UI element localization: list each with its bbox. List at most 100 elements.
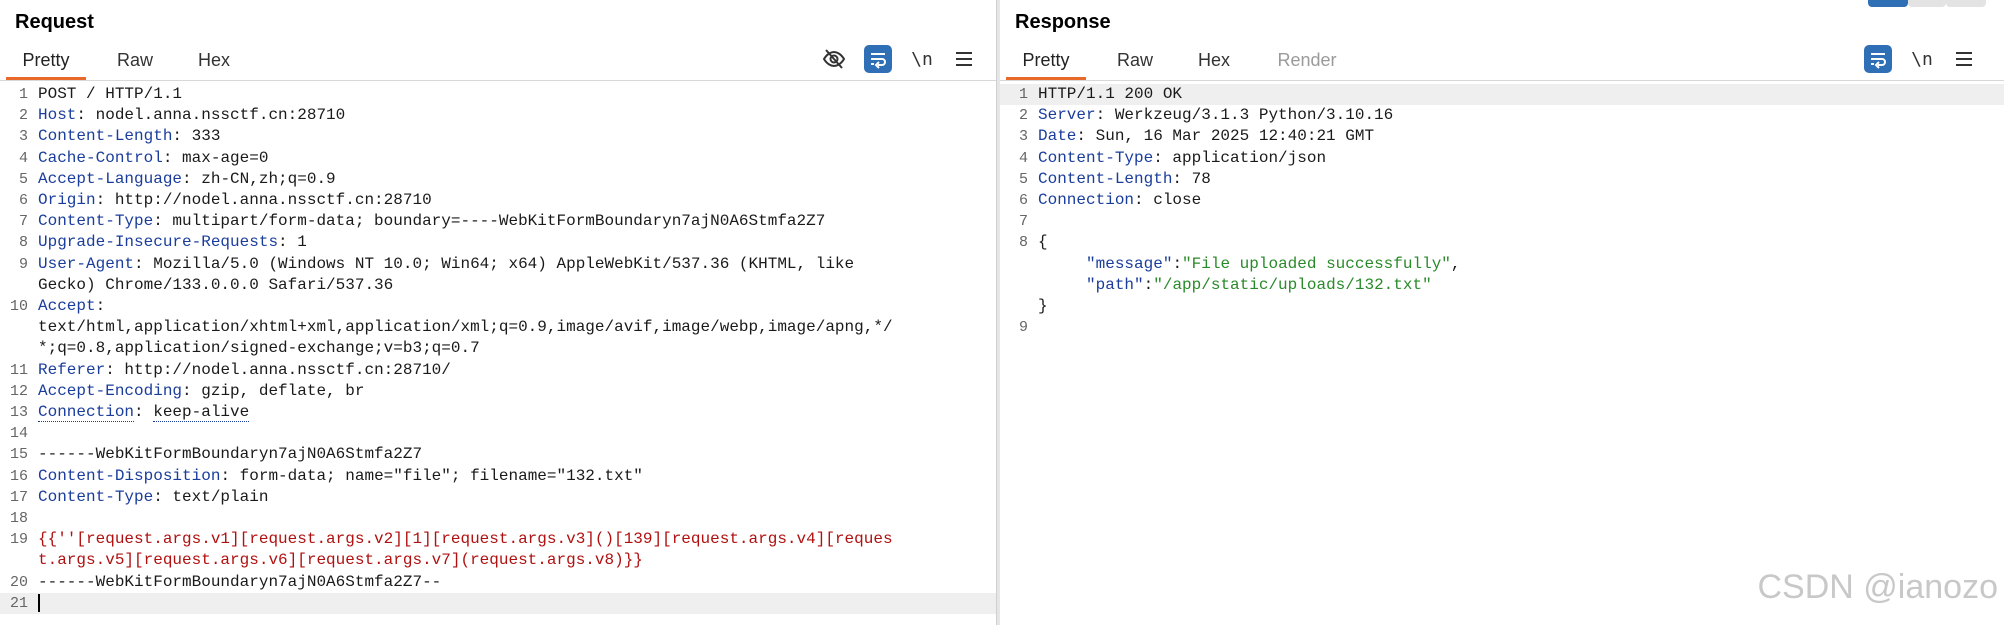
line-number: 19 <box>9 531 28 549</box>
tab-divider <box>0 80 996 81</box>
line-number: 5 <box>1018 170 1028 188</box>
code-line: 2 Host: nodel.anna.nssctf.cn:28710 <box>0 105 996 126</box>
code-line: 4 Content-Type: application/json <box>1000 148 2004 169</box>
code-text: POST / HTTP/1.1 <box>38 84 182 105</box>
code-text: {{''[request.args.v1][request.args.v2][1… <box>38 529 893 550</box>
line-number: 18 <box>9 510 28 527</box>
code-value: ------WebKitFormBoundaryn7ajN0A6Stmfa2Z7 <box>38 445 423 464</box>
code-line: t.args.v5][request.args.v6][request.args… <box>0 550 996 571</box>
tab-raw[interactable]: Raw <box>1100 44 1170 77</box>
tab-pretty[interactable]: Pretty <box>1006 44 1086 80</box>
eye-slash-icon[interactable] <box>820 45 848 73</box>
tab-hex[interactable]: Hex <box>1184 44 1244 77</box>
json-key: "path" <box>1086 275 1144 294</box>
code-text: Content-Type: multipart/form-data; bound… <box>38 211 825 232</box>
newline-toggle[interactable]: \n <box>1908 45 1936 73</box>
line-number: 10 <box>9 298 28 315</box>
code-text: *;q=0.8,application/signed-exchange;v=b3… <box>38 338 480 359</box>
code-line: 19 {{''[request.args.v1][request.args.v2]… <box>0 529 996 550</box>
code-text: Connection: keep-alive <box>38 402 250 423</box>
code-line: 10 Accept: <box>0 296 996 317</box>
header-name: Upgrade-Insecure-Requests <box>38 233 279 252</box>
code-line: 20 ------WebKitFormBoundaryn7ajN0A6Stmfa2… <box>0 572 996 593</box>
request-title: Request <box>15 11 94 33</box>
header-value: Sun, 16 Mar 2025 12:40:21 GMT <box>1095 127 1375 146</box>
code-line: 3 Date: Sun, 16 Mar 2025 12:40:21 GMT <box>1000 126 2004 147</box>
code-line: 7 <box>1000 211 2004 232</box>
code-value: *;q=0.8,application/signed-exchange;v=b3… <box>38 339 480 358</box>
newline-toggle[interactable]: \n <box>908 45 936 73</box>
tab-render[interactable]: Render <box>1262 44 1352 77</box>
code-line: 9 User-Agent: Mozilla/5.0 (Windows NT 10.… <box>0 254 996 275</box>
code-text: Referer: http://nodel.anna.nssctf.cn:287… <box>38 360 451 381</box>
header-value: 78 <box>1191 169 1211 188</box>
header-separator: : <box>153 487 173 506</box>
code-text: Content-Length: 78 <box>1038 169 1211 190</box>
code-text: Accept-Encoding: gzip, deflate, br <box>38 381 364 402</box>
code-text: Content-Type: text/plain <box>38 487 268 508</box>
header-value: keep-alive <box>153 403 250 422</box>
code-line: "path":"/app/static/uploads/132.txt" <box>1000 275 2004 296</box>
header-value: 333 <box>191 127 221 146</box>
code-text <box>38 593 40 614</box>
request-editor[interactable]: 1 POST / HTTP/1.1 2 Host: nodel.anna.nssctf… <box>0 84 996 625</box>
code-line: 6 Origin: http://nodel.anna.nssctf.cn:287… <box>0 190 996 211</box>
header-value: multipart/form-data; boundary=----WebKit… <box>172 212 826 231</box>
header-name: Content-Type <box>1038 148 1154 167</box>
header-value: max-age=0 <box>182 148 269 167</box>
wrap-lines-icon[interactable] <box>864 45 892 73</box>
code-text: } <box>1038 296 1048 317</box>
line-number: 3 <box>18 128 28 146</box>
header-separator: : <box>1153 148 1173 167</box>
header-name: User-Agent <box>38 254 135 273</box>
tab-hex[interactable]: Hex <box>184 44 244 77</box>
line-number: 1 <box>1018 86 1028 103</box>
code-line: 12 Accept-Encoding: gzip, deflate, br <box>0 381 996 402</box>
hamburger-menu-icon[interactable] <box>1950 45 1978 73</box>
header-separator: : <box>1095 106 1115 125</box>
json-string: "File uploaded successfully" <box>1182 254 1451 273</box>
code-line: 5 Content-Length: 78 <box>1000 169 2004 190</box>
code-text: ------WebKitFormBoundaryn7ajN0A6Stmfa2Z7 <box>38 444 422 465</box>
view-toggle-left[interactable] <box>1868 0 1908 7</box>
json-comma: , <box>1450 254 1461 273</box>
header-name: Cache-Control <box>38 148 163 167</box>
header-value: close <box>1153 191 1202 209</box>
tab-divider <box>1000 80 2004 81</box>
response-pane: Response Pretty Raw Hex Render \n 1 HTTP/… <box>1000 0 2004 625</box>
code-value: t.args.v5][request.args.v6][request.args… <box>38 551 643 570</box>
code-line: 14 <box>0 423 996 444</box>
code-line: text/html,application/xhtml+xml,applicat… <box>0 317 996 338</box>
line-number: 4 <box>1018 149 1028 167</box>
code-text: Accept: <box>38 296 115 317</box>
tab-raw[interactable]: Raw <box>100 44 170 77</box>
line-number: 20 <box>9 573 28 591</box>
code-line: 5 Accept-Language: zh-CN,zh;q=0.9 <box>0 169 996 190</box>
code-text: Content-Length: 333 <box>38 126 220 147</box>
view-toggle-right[interactable] <box>1946 0 1986 7</box>
code-value: {{''[request.args.v1][request.args.v2][1… <box>38 530 893 549</box>
line-number: 16 <box>9 467 28 485</box>
hamburger-menu-icon[interactable] <box>950 45 978 73</box>
code-line: Gecko) Chrome/133.0.0.0 Safari/537.36 <box>0 275 996 296</box>
request-pane: Request Pretty Raw Hex \n 1 POST / HTTP/1… <box>0 0 996 625</box>
line-number: 3 <box>1018 128 1028 146</box>
header-name: Accept <box>38 297 96 315</box>
json-string: "/app/static/uploads/132.txt" <box>1153 275 1432 294</box>
header-separator: : <box>134 254 154 273</box>
tab-pretty[interactable]: Pretty <box>6 44 86 80</box>
view-toggle-middle[interactable] <box>1908 0 1946 7</box>
line-number: 6 <box>1018 192 1028 209</box>
header-separator: : <box>153 212 173 231</box>
code-line: 8 Upgrade-Insecure-Requests: 1 <box>0 232 996 253</box>
code-line: 15 ------WebKitFormBoundaryn7ajN0A6Stmfa2… <box>0 444 996 465</box>
code-line: 2 Server: Werkzeug/3.1.3 Python/3.10.16 <box>1000 105 2004 126</box>
response-editor[interactable]: 1 HTTP/1.1 200 OK 2 Server: Werkzeug/3.1.3 … <box>1000 84 2004 625</box>
code-text: { <box>1038 232 1048 253</box>
wrap-lines-icon[interactable] <box>1864 45 1892 73</box>
line-number: 2 <box>1018 107 1028 125</box>
code-line: 8{ <box>1000 232 2004 253</box>
header-value: Mozilla/5.0 (Windows NT 10.0; Win64; x64… <box>153 254 855 273</box>
